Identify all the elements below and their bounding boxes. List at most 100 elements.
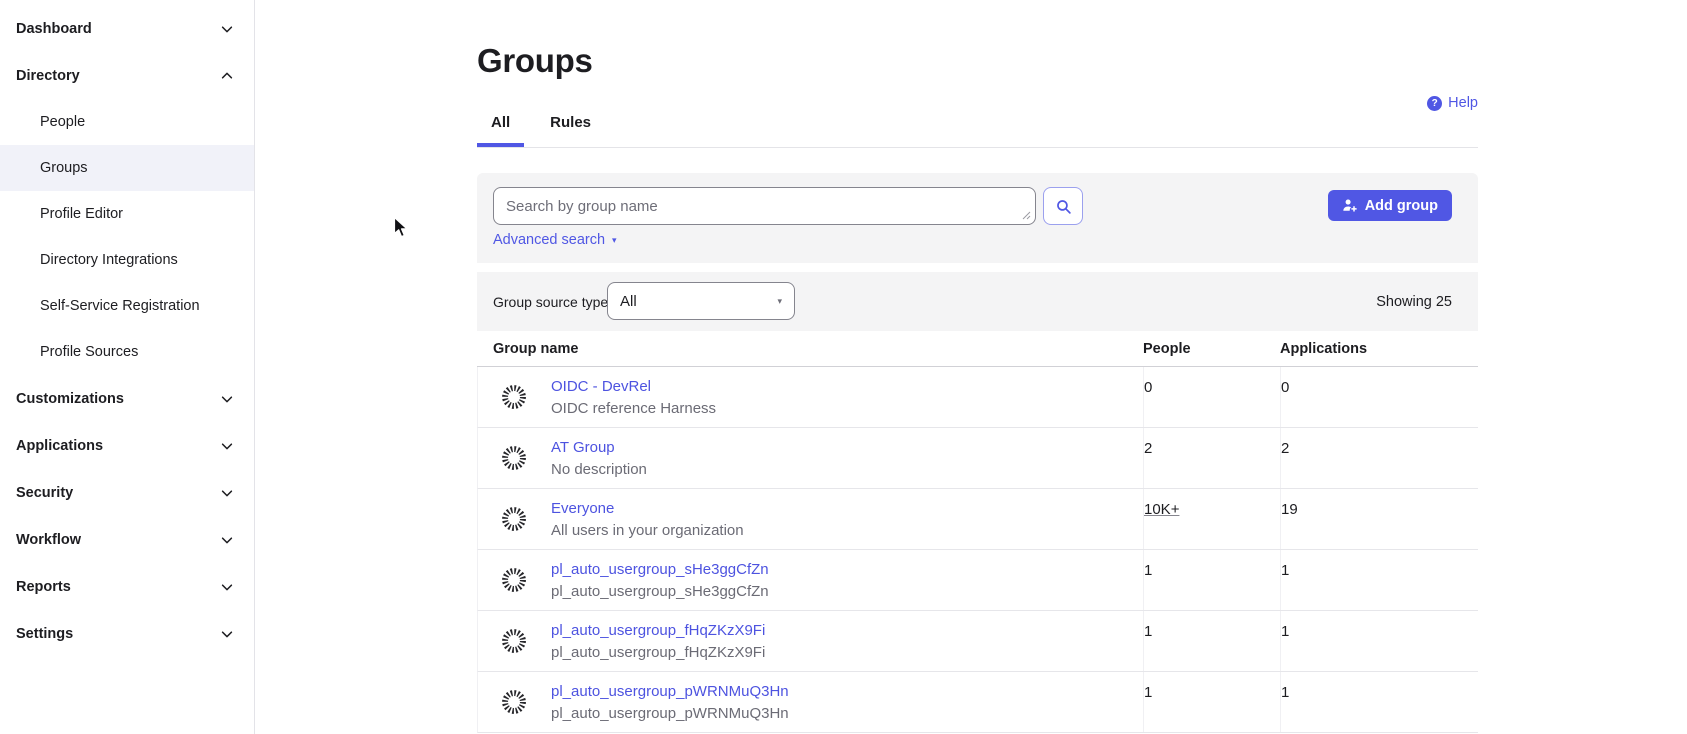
sidebar-item-label: Customizations <box>16 391 124 407</box>
people-count: 1 <box>1143 550 1280 610</box>
groups-table: Group name People Applications OIDC - De… <box>477 331 1478 733</box>
sidebar-item-settings[interactable]: Settings <box>0 610 254 657</box>
chevron-down-icon <box>220 392 234 406</box>
sidebar-item-directory-integrations[interactable]: Directory Integrations <box>0 237 254 283</box>
sidebar-item-label: Directory <box>16 68 80 84</box>
group-gear-icon <box>501 628 527 654</box>
sidebar-item-label: Applications <box>16 438 103 454</box>
people-count-link[interactable]: 10K+ <box>1144 501 1179 518</box>
dropdown-value: All <box>620 293 637 310</box>
search-panel: Add group Advanced search ▾ <box>477 173 1478 263</box>
applications-count: 19 <box>1280 489 1478 549</box>
add-group-button[interactable]: Add group <box>1328 190 1452 221</box>
chevron-down-icon <box>220 627 234 641</box>
magnifier-icon <box>1055 198 1072 215</box>
help-link[interactable]: ? Help <box>1427 95 1478 111</box>
table-row: Everyone All users in your organization … <box>477 489 1478 550</box>
group-gear-icon <box>501 445 527 471</box>
group-source-type-dropdown[interactable]: All ▾ <box>607 282 795 320</box>
group-description: pl_auto_usergroup_pWRNMuQ3Hn <box>551 703 789 725</box>
group-name-link[interactable]: OIDC - DevRel <box>551 376 716 398</box>
sidebar-item-self-service-registration[interactable]: Self-Service Registration <box>0 283 254 329</box>
group-gear-icon <box>501 689 527 715</box>
sidebar-item-label: Profile Sources <box>40 344 138 360</box>
sidebar-item-label: Dashboard <box>16 21 92 37</box>
sidebar-item-label: Settings <box>16 626 73 642</box>
sidebar-nav: Dashboard Directory People Groups Profil… <box>0 0 255 734</box>
group-name-link[interactable]: pl_auto_usergroup_fHqZKzX9Fi <box>551 620 765 642</box>
table-row: OIDC - DevRel OIDC reference Harness 0 0 <box>477 367 1478 428</box>
chevron-down-icon <box>220 439 234 453</box>
group-gear-icon <box>501 567 527 593</box>
people-count: 1 <box>1143 672 1280 732</box>
sidebar-item-workflow[interactable]: Workflow <box>0 516 254 563</box>
search-button[interactable] <box>1043 187 1083 225</box>
filter-panel: Group source type All ▾ Showing 25 <box>477 272 1478 331</box>
group-name-link[interactable]: pl_auto_usergroup_pWRNMuQ3Hn <box>551 681 789 703</box>
applications-count: 2 <box>1280 428 1478 488</box>
sidebar-item-label: Profile Editor <box>40 206 123 222</box>
sidebar-item-groups[interactable]: Groups <box>0 145 254 191</box>
tab-bar: All Rules <box>477 108 1478 148</box>
group-gear-icon <box>501 384 527 410</box>
group-description: OIDC reference Harness <box>551 398 716 420</box>
group-name-link[interactable]: AT Group <box>551 437 647 459</box>
table-row: pl_auto_usergroup_sHe3ggCfZn pl_auto_use… <box>477 550 1478 611</box>
people-count: 1 <box>1143 611 1280 671</box>
applications-count: 0 <box>1280 367 1478 427</box>
sidebar-item-label: Workflow <box>16 532 81 548</box>
column-header-applications: Applications <box>1280 341 1478 357</box>
group-description: All users in your organization <box>551 520 744 542</box>
group-gear-icon <box>501 506 527 532</box>
chevron-down-icon <box>220 580 234 594</box>
group-name-link[interactable]: pl_auto_usergroup_sHe3ggCfZn <box>551 559 769 581</box>
help-label: Help <box>1448 95 1478 111</box>
chevron-down-icon <box>220 533 234 547</box>
sidebar-item-label: Security <box>16 485 73 501</box>
caret-down-icon: ▾ <box>777 297 782 306</box>
group-source-type-label: Group source type <box>493 294 608 310</box>
sidebar-item-label: Groups <box>40 160 88 176</box>
main-area: ? Help Groups All Rules <box>255 0 1687 734</box>
group-description: pl_auto_usergroup_fHqZKzX9Fi <box>551 642 765 664</box>
table-row: pl_auto_usergroup_pWRNMuQ3Hn pl_auto_use… <box>477 672 1478 733</box>
sidebar-item-reports[interactable]: Reports <box>0 563 254 610</box>
table-row: pl_auto_usergroup_fHqZKzX9Fi pl_auto_use… <box>477 611 1478 672</box>
applications-count: 1 <box>1280 672 1478 732</box>
resize-handle-icon[interactable] <box>1021 210 1031 220</box>
sidebar-item-dashboard[interactable]: Dashboard <box>0 5 254 52</box>
showing-count: Showing 25 <box>1376 294 1452 310</box>
tab-all[interactable]: All <box>477 108 524 147</box>
add-group-label: Add group <box>1365 198 1438 214</box>
advanced-search-link[interactable]: Advanced search ▾ <box>493 232 617 248</box>
applications-count: 1 <box>1280 611 1478 671</box>
sidebar-item-security[interactable]: Security <box>0 469 254 516</box>
sidebar-item-people[interactable]: People <box>0 99 254 145</box>
question-circle-icon: ? <box>1427 96 1442 111</box>
tab-rules[interactable]: Rules <box>536 108 605 147</box>
sidebar-item-applications[interactable]: Applications <box>0 422 254 469</box>
chevron-up-icon <box>220 69 234 83</box>
sidebar-item-customizations[interactable]: Customizations <box>0 375 254 422</box>
person-plus-icon <box>1342 198 1357 213</box>
people-count: 2 <box>1143 428 1280 488</box>
column-header-group-name: Group name <box>477 341 1143 357</box>
group-description: pl_auto_usergroup_sHe3ggCfZn <box>551 581 769 603</box>
table-row: AT Group No description 2 2 <box>477 428 1478 489</box>
sidebar-item-profile-sources[interactable]: Profile Sources <box>0 329 254 375</box>
people-count: 0 <box>1143 367 1280 427</box>
page-title: Groups <box>477 42 1478 80</box>
caret-down-icon: ▾ <box>612 236 617 245</box>
sidebar-item-directory[interactable]: Directory <box>0 52 254 99</box>
column-header-people: People <box>1143 341 1280 357</box>
sidebar-item-label: Reports <box>16 579 71 595</box>
sidebar-item-label: People <box>40 114 85 130</box>
table-header: Group name People Applications <box>477 331 1478 367</box>
sidebar-item-label: Directory Integrations <box>40 252 178 268</box>
sidebar-item-label: Self-Service Registration <box>40 298 200 314</box>
sidebar-item-profile-editor[interactable]: Profile Editor <box>0 191 254 237</box>
search-input[interactable] <box>493 187 1036 225</box>
group-name-link[interactable]: Everyone <box>551 498 744 520</box>
group-description: No description <box>551 459 647 481</box>
chevron-down-icon <box>220 22 234 36</box>
